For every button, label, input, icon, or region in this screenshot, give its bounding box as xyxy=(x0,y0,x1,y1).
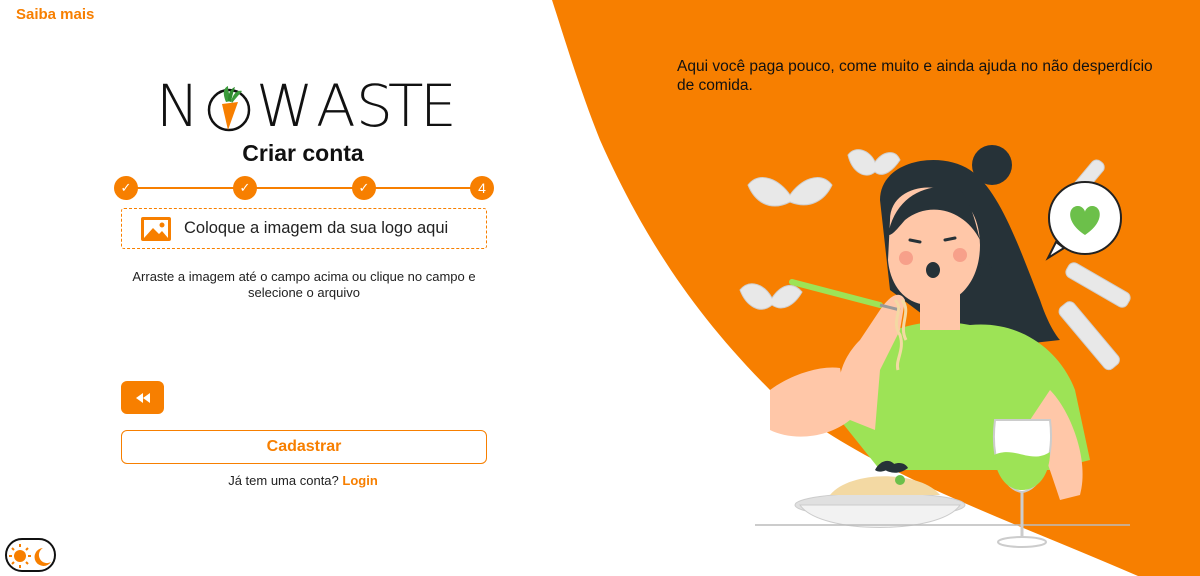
login-prompt: Já tem uma conta? Login xyxy=(0,473,606,488)
sun-moon-icon xyxy=(9,544,51,568)
login-link[interactable]: Login xyxy=(342,473,377,488)
penne-pasta-3 xyxy=(1058,301,1120,371)
upload-label: Coloque a imagem da sua logo aqui xyxy=(184,219,449,237)
logo-letter-t: T xyxy=(388,72,424,140)
progress-stepper: ✓ ✓ ✓ 4 xyxy=(114,176,494,200)
logo-upload-dropzone[interactable]: Coloque a imagem da sua logo aqui xyxy=(121,208,487,249)
signup-panel: N W A S T E Criar conta ✓ ✓ ✓ 4 Coloque … xyxy=(0,0,560,576)
stepper-line xyxy=(126,187,482,189)
farfalle-pasta-1 xyxy=(747,177,833,207)
logo-letter-e: E xyxy=(420,72,457,140)
cadastrar-button[interactable]: Cadastrar xyxy=(121,430,487,464)
saiba-mais-link[interactable]: Saiba mais xyxy=(16,6,94,23)
farfalle-pasta-3 xyxy=(739,283,803,310)
logo-letter-a: A xyxy=(316,72,356,140)
upload-hint: Arraste a imagem até o campo acima ou cl… xyxy=(132,269,476,300)
carrot-icon xyxy=(207,86,251,132)
heart-bubble xyxy=(1045,181,1122,261)
page-title: Criar conta xyxy=(242,140,364,166)
rewind-icon xyxy=(135,392,150,403)
step-1-complete: ✓ xyxy=(114,176,138,200)
logo-letter-w: W xyxy=(256,72,314,140)
image-icon xyxy=(141,216,171,241)
step-4-current: 4 xyxy=(470,176,494,200)
step-2-complete: ✓ xyxy=(233,176,257,200)
penne-pasta-2 xyxy=(1065,262,1131,308)
theme-toggle[interactable] xyxy=(5,538,56,572)
logo-letter-n: N xyxy=(156,72,200,140)
farfalle-pasta-2 xyxy=(847,149,901,176)
back-button[interactable] xyxy=(121,381,164,414)
step-3-complete: ✓ xyxy=(352,176,376,200)
account-question: Já tem uma conta? xyxy=(228,473,339,488)
tagline: Aqui você paga pouco, come muito e ainda… xyxy=(677,58,1153,94)
nowaste-logo: N W A S T E xyxy=(156,72,457,140)
woman-eating-pasta-illustration xyxy=(739,145,1131,548)
